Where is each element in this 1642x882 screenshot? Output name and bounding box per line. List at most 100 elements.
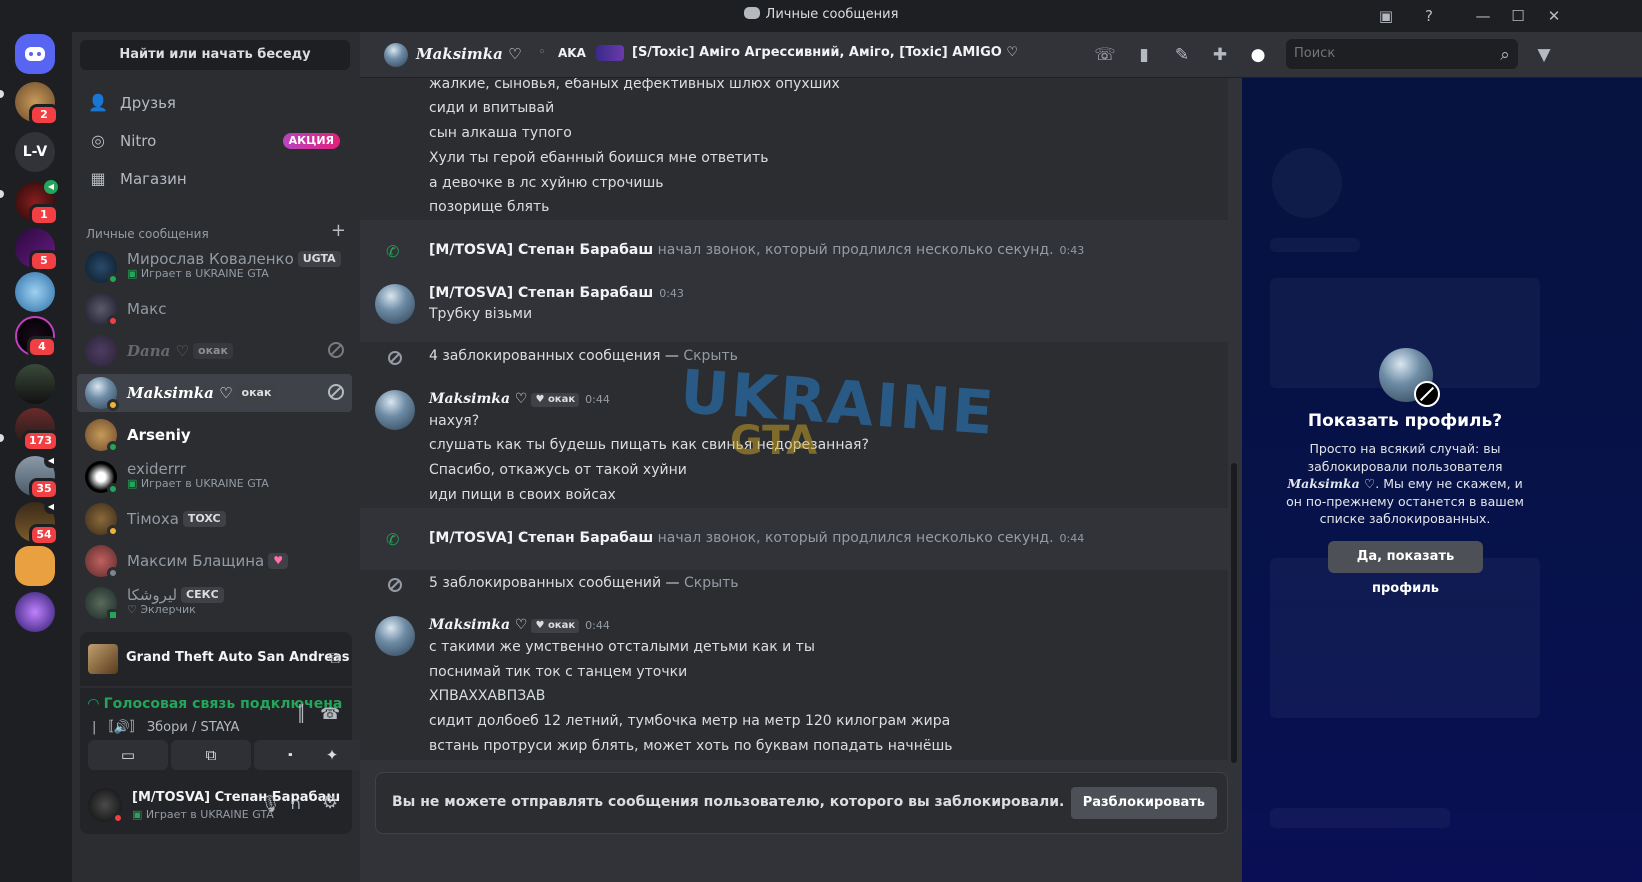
noise-suppression-icon[interactable]: ║ xyxy=(296,704,306,723)
activity-panel: Grand Theft Auto San Andreas ⧉ xyxy=(80,632,352,686)
mention-badge: 35 xyxy=(29,478,59,500)
nav-shop[interactable]: ▦ Магазин xyxy=(80,161,352,197)
server-icon[interactable]: 173 xyxy=(15,408,59,452)
guild-tag: ♥ окак xyxy=(531,393,580,407)
dm-item-active[interactable]: Maksimka ♡ окак xyxy=(77,374,352,412)
disconnect-icon[interactable]: ☎ xyxy=(320,704,340,723)
guild-tag: ♥ окак xyxy=(531,619,580,633)
server-icon[interactable] xyxy=(15,546,55,586)
message-line: Трубку візьми xyxy=(429,306,533,322)
status-dnd-icon xyxy=(112,812,124,824)
dm-name: Dana ♡ xyxy=(127,342,190,360)
user-profile-icon[interactable]: ● xyxy=(1247,44,1269,66)
dm-item[interactable]: Тімоха TOXC xyxy=(77,500,352,538)
message-line: иди пищи в своих войсах xyxy=(429,487,616,503)
soundboard-icon: ✦ xyxy=(325,746,339,764)
message-line: поснимай тик ток с танцем уточки xyxy=(429,664,688,680)
server-icon[interactable]: L-V xyxy=(15,132,55,172)
voice-icon: ◀ xyxy=(44,454,58,468)
recipient-name[interactable]: Maksimka ♡ xyxy=(416,45,522,63)
server-icon[interactable]: ◀ 54 xyxy=(15,500,59,546)
guild-tag: TOXC xyxy=(182,511,226,527)
pinned-messages-icon[interactable]: ✎ xyxy=(1171,44,1193,66)
headphones-icon[interactable]: ∩ xyxy=(290,794,302,813)
microphone-icon[interactable]: 🎙 xyxy=(260,794,280,813)
dm-name: Arseniy xyxy=(127,426,191,444)
search-input[interactable] xyxy=(1286,39,1518,69)
dm-name: Максим Блащина xyxy=(127,552,265,570)
unread-pill xyxy=(0,90,4,98)
aka-avatars xyxy=(596,45,624,61)
screenshare-button[interactable]: ⧉ xyxy=(171,740,251,770)
profile-description: Просто на всякий случай: вы заблокировал… xyxy=(1286,441,1524,526)
inbox-icon[interactable]: ▣ xyxy=(1372,4,1400,28)
blocked-messages-notice: 5 заблокированных сообщений — Скрыть xyxy=(429,575,739,591)
hide-blocked-link[interactable]: Скрыть xyxy=(684,575,739,591)
show-profile-button[interactable]: Да, показать профиль xyxy=(1328,541,1483,596)
mention-badge: 2 xyxy=(29,104,59,126)
find-conversation-button[interactable]: Найти или начать беседу xyxy=(80,40,350,70)
create-dm-icon[interactable]: + xyxy=(331,220,346,241)
status-idle-icon xyxy=(107,525,119,537)
minimize-button[interactable]: — xyxy=(1469,4,1497,28)
aka-names: [S/Toxic] Аміго Агрессивний, Аміго, [Tox… xyxy=(632,45,1019,60)
avatar[interactable] xyxy=(375,390,415,430)
voice-channel[interactable]: | 〚🔊〛 Збори / STAYA xyxy=(92,716,239,735)
server-icon[interactable]: 4 xyxy=(15,316,57,358)
nav-friends[interactable]: 👤 Друзья xyxy=(80,85,352,121)
help-icon[interactable]: ? xyxy=(1415,4,1443,28)
friends-icon: 👤 xyxy=(88,93,108,112)
dm-item[interactable]: Мирослав Коваленко UGTA ▣ Играет в UKRAIN… xyxy=(77,248,352,286)
unread-pill xyxy=(0,190,4,198)
call-event: [M/TOSVA] Степан Барабаш начал звонок, к… xyxy=(429,530,1085,546)
avatar[interactable] xyxy=(375,616,415,656)
unblock-button[interactable]: Разблокировать xyxy=(1070,787,1217,819)
camera-button[interactable]: ▭ xyxy=(88,740,168,770)
close-button[interactable]: ✕ xyxy=(1540,4,1568,28)
maximize-button[interactable]: ☐ xyxy=(1504,4,1532,28)
message-author: Maksimka ♡ ♥ окак 0:44 xyxy=(429,391,610,407)
home-button[interactable] xyxy=(15,34,55,74)
watermark-logo: GTA xyxy=(730,418,818,464)
dm-item[interactable]: Dana ♡ окак xyxy=(77,332,352,370)
settings-gear-icon[interactable]: ⚙ xyxy=(322,792,338,813)
voice-call-icon[interactable]: ☏ xyxy=(1094,44,1116,66)
blocked-notice: Вы не можете отправлять сообщения пользо… xyxy=(392,794,1065,810)
dm-item[interactable]: Макс xyxy=(77,290,352,328)
server-icon[interactable]: ◀ 1 xyxy=(15,180,59,226)
server-icon[interactable] xyxy=(15,272,55,312)
game-icon xyxy=(88,644,118,674)
nav-nitro[interactable]: ◎ Nitro АКЦИЯ xyxy=(80,123,352,159)
mention-badge: 4 xyxy=(27,336,57,358)
server-icon[interactable] xyxy=(15,364,55,404)
server-icon[interactable]: 5 xyxy=(15,228,59,272)
dm-item[interactable]: Arseniy xyxy=(77,416,352,454)
scrollbar[interactable] xyxy=(1231,463,1237,763)
message-line: жалкие, сыновья, ебаных дефективных шлюх… xyxy=(429,78,840,92)
profile-panel: Показать профиль? Просто на всякий случа… xyxy=(1242,78,1642,882)
unread-pill xyxy=(0,434,4,442)
stream-icon[interactable]: ⧉ xyxy=(329,648,340,668)
avatar[interactable] xyxy=(375,284,415,324)
phone-icon: ✆ xyxy=(386,530,400,549)
mention-badge: 5 xyxy=(29,250,59,272)
server-icon[interactable]: ◀ 35 xyxy=(15,454,59,500)
bookmark-icon[interactable]: ▼ xyxy=(1533,44,1555,66)
add-friends-icon[interactable]: ✚ xyxy=(1209,44,1231,66)
dm-section-header: Личные сообщения xyxy=(86,227,209,241)
dm-item[interactable]: Максим Блащина ♥ xyxy=(77,542,352,580)
status-idle-icon xyxy=(107,399,119,411)
blocked-composer: Вы не можете отправлять сообщения пользо… xyxy=(375,772,1228,834)
discord-icon xyxy=(743,7,760,19)
server-icon[interactable] xyxy=(15,592,55,632)
message-line: сын алкаша тупого xyxy=(429,125,572,141)
call-event: [M/TOSVA] Степан Барабаш начал звонок, к… xyxy=(429,242,1085,258)
guild-tag: ♥ xyxy=(268,553,289,569)
avatar[interactable] xyxy=(384,43,408,67)
dm-item[interactable]: ليروشكا СЕКС ♡ Эклерчик xyxy=(77,584,352,622)
aka-label: AKA xyxy=(558,46,586,60)
dm-item[interactable]: exiderrr ▣ Играет в UKRAINE GTA xyxy=(77,458,352,496)
dm-name: Мирослав Коваленко xyxy=(127,250,294,268)
video-call-icon[interactable]: ▮ xyxy=(1133,44,1155,66)
server-icon[interactable]: 2 xyxy=(15,82,59,126)
